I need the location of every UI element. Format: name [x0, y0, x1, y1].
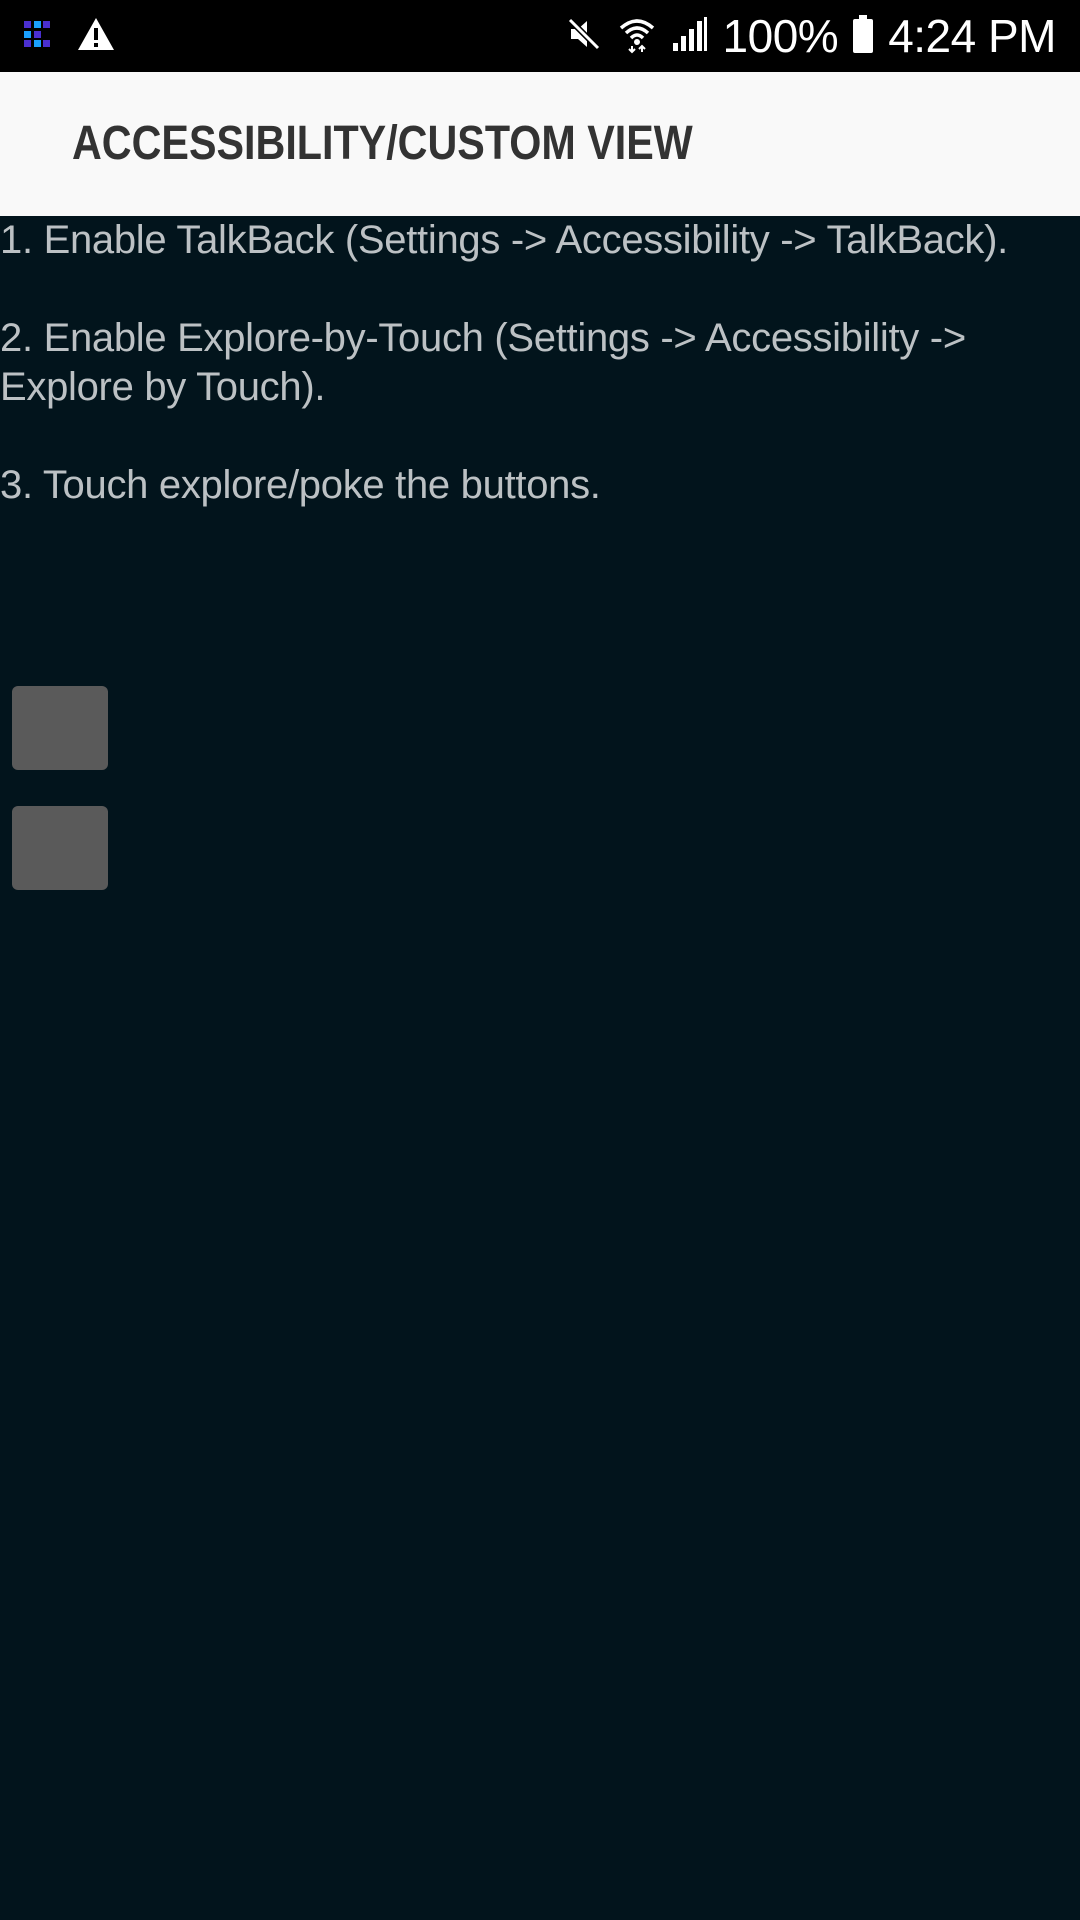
mute-icon: [567, 16, 603, 57]
status-bar-left: [22, 14, 116, 58]
instruction-step-3: 3. Touch explore/poke the buttons.: [0, 463, 601, 507]
instructions-text: 1. Enable TalkBack (Settings -> Accessib…: [0, 216, 1075, 510]
app-bar: ACCESSIBILITY/CUSTOM VIEW: [0, 72, 1080, 216]
status-bar-right: 100% 4:24 PM: [567, 0, 1056, 72]
wifi-icon: [617, 14, 657, 59]
signal-icon: [671, 15, 709, 58]
custom-view-button-1[interactable]: [12, 686, 108, 770]
battery-percent: 100%: [722, 10, 839, 62]
warning-icon: [76, 16, 116, 57]
app-notification-icon: [22, 19, 52, 54]
status-bar: 100% 4:24 PM: [0, 0, 1080, 72]
instruction-step-2: 2. Enable Explore-by-Touch (Settings -> …: [0, 316, 966, 409]
page-title: ACCESSIBILITY/CUSTOM VIEW: [72, 117, 693, 170]
clock: 4:24 PM: [888, 10, 1056, 62]
custom-view-button-2[interactable]: [12, 806, 108, 890]
instruction-step-1: 1. Enable TalkBack (Settings -> Accessib…: [0, 218, 1008, 262]
main-content: 1. Enable TalkBack (Settings -> Accessib…: [0, 216, 1080, 1920]
battery-icon: [852, 14, 874, 59]
